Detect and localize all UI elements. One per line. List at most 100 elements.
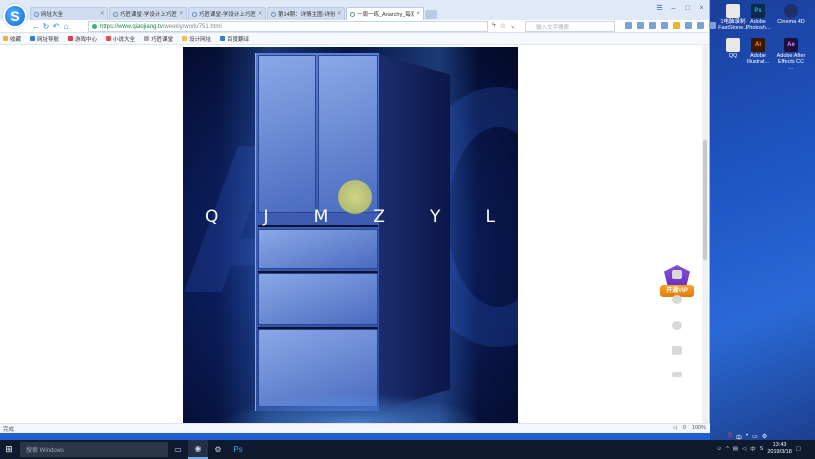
settings-taskbar-icon[interactable]: ⚙	[208, 440, 228, 459]
download-count: 0	[682, 425, 686, 431]
volume-icon[interactable]: ◁	[673, 425, 677, 431]
scrollbar-thumb[interactable]	[703, 140, 707, 260]
back-to-top-icon[interactable]	[672, 372, 682, 377]
system-tray: ☺ ^ ▤ ◁ 中 S 13:43 2019/3/18 ▢	[716, 442, 801, 456]
headset-icon[interactable]	[672, 321, 682, 330]
ime-icon[interactable]: S	[760, 446, 764, 452]
fridge-handle	[258, 271, 378, 273]
notification-icon[interactable]: ▢	[796, 446, 801, 452]
bookmark-item[interactable]: 收藏	[3, 35, 21, 43]
search-input[interactable]: 输入文字搜索	[525, 21, 615, 32]
close-tab-icon[interactable]: ×	[416, 11, 420, 17]
back-icon[interactable]: ←	[31, 22, 41, 31]
windows-start-icon[interactable]: ⊞	[0, 440, 18, 459]
task-view-icon[interactable]: ▭	[168, 440, 188, 459]
close-tab-icon[interactable]: ×	[258, 11, 262, 17]
extension-icon[interactable]	[649, 22, 656, 29]
qq-icon	[726, 38, 740, 52]
download-icon[interactable]	[709, 22, 716, 29]
close-tab-icon[interactable]: ×	[337, 11, 341, 17]
fridge-drawer	[258, 229, 378, 269]
extension-icon[interactable]	[637, 22, 644, 29]
fridge-handle	[258, 327, 378, 329]
speaker-icon[interactable]: ◁	[742, 446, 746, 452]
bookmark-item[interactable]: 游戏中心	[68, 35, 97, 43]
undo-icon[interactable]: ↶	[51, 22, 61, 31]
refresh-icon[interactable]: ↻	[41, 22, 51, 31]
close-icon[interactable]: ×	[696, 4, 707, 14]
book-icon	[106, 36, 112, 41]
new-tab-button[interactable]	[425, 10, 437, 19]
menu-icon[interactable]: ☰	[654, 4, 665, 14]
nav-toolbar: ← ↻ ↶ ⌂ https://www.qiaojiang.tv /weekly…	[0, 20, 716, 33]
chat-icon[interactable]	[672, 295, 682, 304]
browser-window: S 网址大全 × 巧匠课堂-学设计上巧匠 × 巧匠课堂-学设计上巧匠 × 第14期：详…	[0, 0, 716, 433]
page-content: A Q J M Z	[0, 45, 703, 423]
dropdown-icon[interactable]: ⌄	[510, 22, 516, 30]
tab-4[interactable]: 一周一练_Anarchy_每双 ×	[346, 7, 424, 20]
minimize-icon[interactable]: –	[668, 4, 679, 14]
taskbar-search-input[interactable]: 搜索 Windows	[20, 442, 168, 457]
extension-icon[interactable]	[673, 22, 680, 29]
cinema4d-icon	[784, 4, 798, 18]
desktop-icon-cinema4d[interactable]: Cinema 4D	[776, 4, 806, 25]
star-icon[interactable]: ☆	[500, 22, 506, 30]
tab-1[interactable]: 巧匠课堂-学设计上巧匠 ×	[109, 7, 187, 20]
address-bar[interactable]: https://www.qiaojiang.tv /weekly/work/75…	[88, 21, 488, 32]
bookmark-item[interactable]: 百度翻译	[220, 35, 249, 43]
cursor-highlight	[338, 180, 372, 214]
maximize-icon[interactable]: □	[682, 4, 693, 14]
clock[interactable]: 13:43 2019/3/18	[767, 442, 791, 456]
share-icon[interactable]	[672, 346, 682, 355]
translate-icon	[220, 36, 226, 41]
globe-icon	[30, 36, 36, 41]
desktop: 1电脑录制FastStone... Ps Adobe Photosh... Ci…	[710, 0, 815, 440]
network-icon[interactable]: ▤	[733, 446, 738, 452]
fridge-poster-image: A Q J M Z	[183, 47, 518, 423]
photoshop-icon: Ps	[751, 4, 765, 18]
desktop-strip	[0, 433, 710, 440]
extension-icon[interactable]	[685, 22, 692, 29]
tab-favicon-icon	[34, 11, 39, 17]
lightning-icon[interactable]: ϟ	[492, 22, 496, 30]
status-bar: 完成 ◁ 0 100%	[0, 423, 710, 433]
extension-icon[interactable]	[625, 22, 632, 29]
secure-icon	[92, 24, 97, 29]
desktop-icon-illustrator[interactable]: Ai Adobe Illustrat...	[743, 38, 773, 65]
site-icon	[144, 36, 150, 41]
lang-indicator[interactable]: 中	[750, 445, 756, 453]
aftereffects-icon: Ae	[784, 38, 798, 52]
tab-favicon-icon	[113, 11, 118, 17]
taskbar: ⊞ 搜索 Windows ▭ ◉ ⚙ Ps ☺ ^ ▤ ◁ 中 S 13:43 …	[0, 440, 815, 459]
zoom-level[interactable]: 100%	[692, 425, 706, 431]
refrigerator-image	[255, 53, 450, 411]
game-icon	[68, 36, 74, 41]
chevron-up-icon[interactable]: ^	[726, 446, 729, 452]
desktop-icon-photoshop[interactable]: Ps Adobe Photosh...	[743, 4, 773, 31]
browser-taskbar-icon[interactable]: ◉	[188, 440, 208, 459]
people-icon[interactable]: ☺	[716, 446, 722, 452]
desktop-icon-aftereffects[interactable]: Ae Adobe After Effects CC ...	[776, 38, 806, 71]
photoshop-taskbar-icon[interactable]: Ps	[228, 440, 248, 459]
extension-icon[interactable]	[697, 22, 704, 29]
cart-icon[interactable]	[672, 270, 682, 279]
close-tab-icon[interactable]: ×	[100, 11, 104, 17]
home-icon[interactable]: ⌂	[61, 22, 71, 31]
title-bar: S 网址大全 × 巧匠课堂-学设计上巧匠 × 巧匠课堂-学设计上巧匠 × 第14期：详…	[0, 0, 709, 28]
bookmark-item[interactable]: 设计网址	[182, 35, 211, 43]
bookmark-item[interactable]: 小说大全	[106, 35, 135, 43]
extension-icons	[625, 22, 716, 29]
extension-icon[interactable]	[661, 22, 668, 29]
tab-favicon-icon	[271, 11, 276, 17]
browser-logo-icon[interactable]: S	[3, 4, 27, 28]
bookmark-item[interactable]: 巧匠课堂	[144, 35, 173, 43]
tab-3[interactable]: 第14期：详情主图-详份 ×	[267, 7, 345, 20]
tab-2[interactable]: 巧匠课堂-学设计上巧匠 ×	[188, 7, 266, 20]
faststone-icon	[726, 4, 740, 18]
page-scrollbar[interactable]	[702, 45, 708, 423]
tab-0[interactable]: 网址大全 ×	[30, 7, 108, 20]
bookmarks-bar: 收藏 网址导航 游戏中心 小说大全 巧匠课堂 设计网址 百度翻译	[0, 33, 709, 45]
bookmark-item[interactable]: 网址导航	[30, 35, 59, 43]
close-tab-icon[interactable]: ×	[179, 11, 183, 17]
folder-icon	[182, 36, 188, 41]
